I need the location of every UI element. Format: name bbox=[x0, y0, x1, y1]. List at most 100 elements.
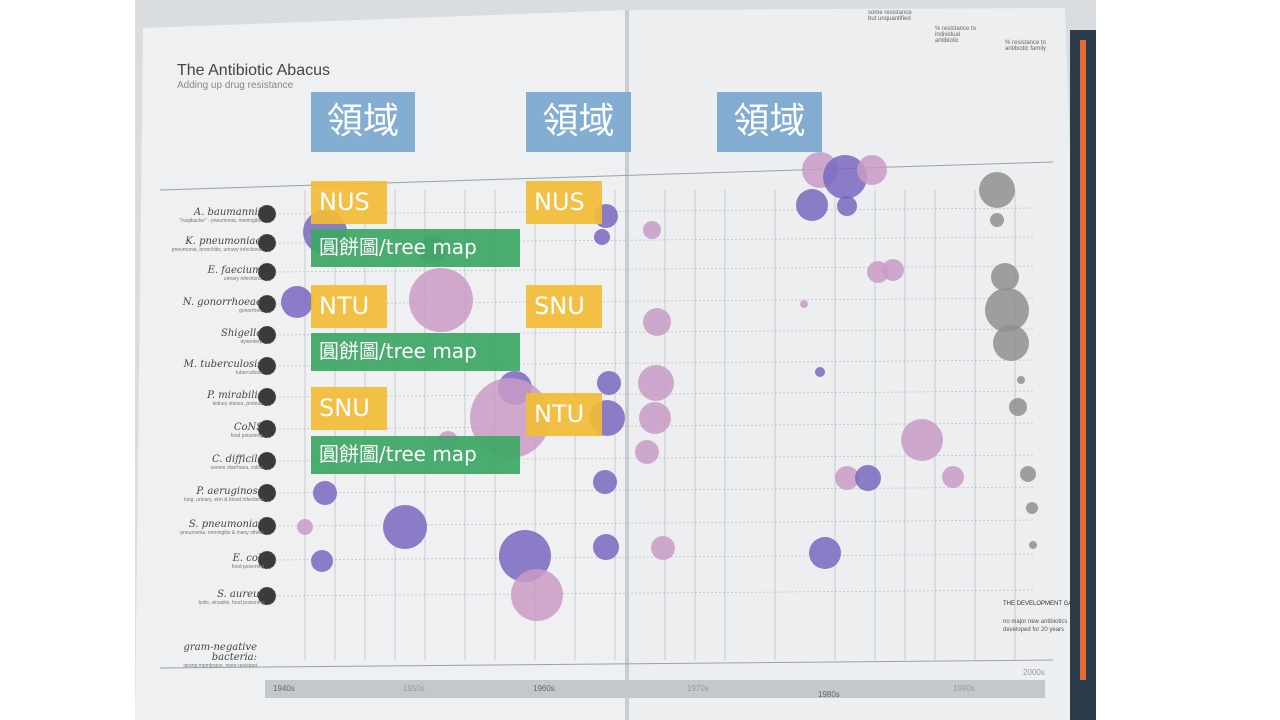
bacteria-desc: urinary infections bbox=[223, 276, 262, 282]
page-title: The Antibiotic Abacus bbox=[177, 62, 330, 79]
resistance-bubble bbox=[942, 466, 964, 488]
field-label-box: 領域 bbox=[526, 92, 631, 152]
decade-label: 1960s bbox=[533, 684, 555, 693]
resistance-bubble bbox=[409, 268, 473, 332]
bacteria-name: P. mirabilis bbox=[207, 390, 263, 401]
bacteria-name: E. coli bbox=[232, 553, 265, 564]
resistance-bubble bbox=[991, 263, 1019, 291]
pie-treemap-box: 圓餅圖/tree map bbox=[311, 229, 520, 267]
legend-family: % resistance to antibiotic family bbox=[1005, 40, 1047, 52]
bacteria-name: E. faecium bbox=[207, 265, 262, 276]
resistance-bubble bbox=[281, 286, 313, 318]
resistance-bubble bbox=[882, 259, 904, 281]
university-box-nus: NUS bbox=[311, 181, 387, 224]
resistance-bubble bbox=[511, 569, 563, 621]
resistance-bubble bbox=[643, 308, 671, 336]
legend-unquantified: some resistance but unquantified bbox=[868, 10, 912, 22]
resistance-bubble bbox=[651, 536, 675, 560]
gram-negative-note: gram-negative bacteria: strong membrane,… bbox=[145, 643, 257, 670]
university-box-snu: SNU bbox=[311, 387, 387, 430]
resistance-bubble bbox=[990, 213, 1004, 227]
field-label-box: 領域 bbox=[311, 92, 415, 152]
resistance-bubble bbox=[800, 300, 808, 308]
bacteria-row: S. aureus boils, sinusitis, food poisonin… bbox=[145, 589, 265, 607]
resistance-bubble bbox=[809, 537, 841, 569]
development-gap-title: THE DEVELOPMENT GAP bbox=[1003, 601, 1077, 607]
bacteria-row: M. tuberculosis tuberculosis bbox=[143, 360, 263, 377]
legend-individual: % resistance to individual antibiotic bbox=[935, 26, 977, 44]
bacteria-name: CoNS bbox=[233, 422, 264, 433]
bacteria-row: CoNS food poisoning bbox=[143, 422, 264, 440]
bacteria-desc: tuberculosis bbox=[235, 370, 263, 376]
resistance-bubble bbox=[985, 288, 1029, 332]
bacteria-desc: food poisoning bbox=[231, 564, 265, 570]
resistance-bubble bbox=[594, 229, 610, 245]
resistance-bubble bbox=[857, 155, 887, 185]
bacteria-row: C. difficile severe diarrhoea, colitis bbox=[143, 454, 264, 472]
bacteria-name: N. gonorrhoeae bbox=[182, 297, 262, 308]
pie-treemap-box: 圓餅圖/tree map bbox=[311, 333, 520, 371]
resistance-bubble bbox=[1029, 541, 1037, 549]
bacteria-name: S. aureus bbox=[217, 589, 265, 600]
decade-label: 1990s bbox=[953, 684, 975, 693]
resistance-bubble bbox=[297, 519, 313, 535]
university-box-nus: NUS bbox=[526, 181, 602, 224]
bacteria-desc: gonorrhea bbox=[239, 308, 262, 314]
bacteria-row: E. coli food poisoning bbox=[144, 553, 265, 571]
bacteria-desc: food poisoning bbox=[230, 433, 264, 439]
university-box-snu: SNU bbox=[526, 285, 602, 328]
bacteria-desc: lung, urinary, skin & blood infections bbox=[184, 497, 264, 503]
bacteria-name: A. baumannii bbox=[193, 207, 261, 218]
resistance-bubble bbox=[638, 365, 674, 401]
resistance-bubble bbox=[597, 371, 621, 395]
bacteria-row: N. gonorrhoeae gonorrhea bbox=[142, 298, 262, 315]
resistance-bubble bbox=[837, 196, 857, 216]
bacteria-desc: severe diarrhoea, colitis bbox=[210, 465, 264, 471]
page-subtitle: Adding up drug resistance bbox=[177, 80, 294, 91]
decade-label: 1980s bbox=[818, 690, 840, 699]
bacteria-desc: pneumonia, bronchitis, urinary infection… bbox=[171, 247, 262, 253]
resistance-bubble bbox=[635, 440, 659, 464]
resistance-bubble bbox=[993, 325, 1029, 361]
bacteria-row: S. pneumoniae pneumonia, meningitis & man… bbox=[144, 520, 264, 537]
gram-negative-name: gram-negative bacteria: bbox=[183, 642, 257, 663]
decade-label: 1970s bbox=[687, 684, 709, 693]
right-page bbox=[627, 8, 1090, 720]
field-label-box: 領域 bbox=[717, 92, 822, 152]
bacteria-row: K. pneumoniae pneumonia, bronchitis, urin… bbox=[141, 236, 262, 254]
resistance-bubble bbox=[901, 419, 943, 461]
resistance-bubble bbox=[593, 534, 619, 560]
resistance-bubble bbox=[1020, 466, 1036, 482]
bacteria-row: P. aeruginosa lung, urinary, skin & blood… bbox=[144, 487, 264, 504]
resistance-bubble bbox=[1009, 398, 1027, 416]
bacteria-name: P. aeruginosa bbox=[196, 486, 264, 497]
pie-treemap-box: 圓餅圖/tree map bbox=[311, 436, 520, 474]
decade-label: 2000s bbox=[1023, 668, 1045, 677]
development-gap-text: no major new antibiotics developed for 2… bbox=[1003, 619, 1068, 633]
bacteria-desc: boils, sinusitis, food poisoning bbox=[198, 600, 265, 606]
bacteria-name: C. difficile bbox=[211, 454, 264, 465]
bacteria-row: Shigella dysentery bbox=[142, 329, 262, 346]
resistance-bubble bbox=[643, 221, 661, 239]
resistance-bubble bbox=[1026, 502, 1038, 514]
decade-label: 1950s bbox=[403, 684, 425, 693]
bacteria-row: P. mirabilis kidney stones, proteus bbox=[143, 391, 263, 408]
bacteria-name: K. pneumoniae bbox=[185, 236, 262, 247]
decade-label: 1940s bbox=[273, 684, 295, 693]
bacteria-name: Shigella bbox=[221, 328, 263, 339]
bacteria-desc: kidney stones, proteus bbox=[212, 401, 263, 407]
resistance-bubble bbox=[796, 189, 828, 221]
resistance-bubble bbox=[313, 481, 337, 505]
resistance-bubble bbox=[815, 367, 825, 377]
bacteria-desc: pneumonia, meningitis & many others bbox=[180, 530, 264, 536]
bacteria-desc: dysentery bbox=[240, 339, 263, 345]
gram-negative-desc: strong membrane, more resistant bbox=[183, 663, 257, 669]
resistance-bubble bbox=[383, 505, 427, 549]
bacteria-row: A. baumannii "Iraqibacter" - pneumonia, m… bbox=[141, 208, 261, 225]
university-box-ntu: NTU bbox=[526, 393, 602, 436]
resistance-bubble bbox=[593, 470, 617, 494]
bacteria-name: M. tuberculosis bbox=[183, 359, 263, 370]
resistance-bubble bbox=[1017, 376, 1025, 384]
bacteria-desc: "Iraqibacter" - pneumonia, meningitis bbox=[179, 218, 261, 224]
resistance-bubble bbox=[311, 550, 333, 572]
